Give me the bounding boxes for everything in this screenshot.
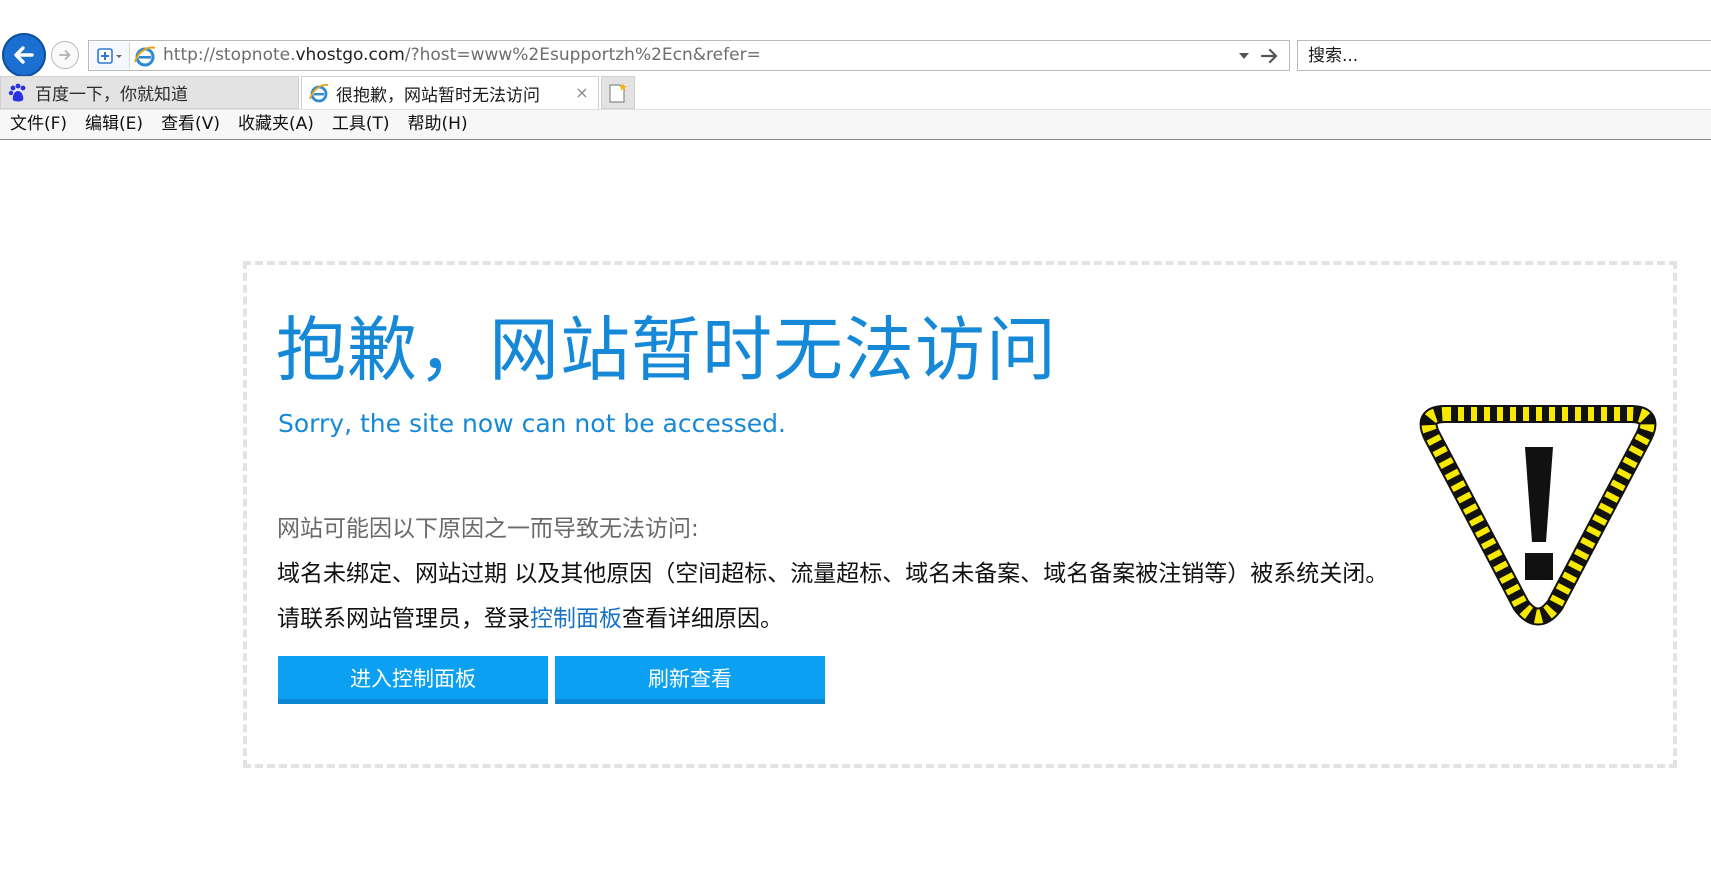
- new-tab-button[interactable]: [601, 76, 635, 109]
- dropdown-triangle-icon: [1239, 52, 1249, 59]
- back-button[interactable]: [2, 33, 46, 77]
- search-box[interactable]: [1297, 40, 1711, 71]
- menu-view[interactable]: 查看(V): [151, 110, 228, 139]
- compatibility-view-button[interactable]: [90, 42, 130, 69]
- url-prefix: http://stopnote.: [163, 45, 296, 65]
- browser-toolbar: http://stopnote.vhostgo.com/?host=www%2E…: [0, 0, 1711, 77]
- control-panel-link[interactable]: 控制面板: [530, 606, 622, 632]
- close-tab-icon[interactable]: ×: [572, 82, 592, 102]
- url-text[interactable]: http://stopnote.vhostgo.com/?host=www%2E…: [163, 41, 761, 70]
- url-suffix: /?host=www%2Esupportzh%2Ecn&refer=: [404, 45, 761, 65]
- go-button[interactable]: [1257, 41, 1283, 70]
- url-host: vhostgo.com: [295, 45, 405, 65]
- menu-help[interactable]: 帮助(H): [398, 110, 476, 139]
- caution-triangle-icon: [1419, 405, 1657, 626]
- menu-favorites[interactable]: 收藏夹(A): [228, 110, 322, 139]
- go-arrow-icon: [1260, 48, 1278, 63]
- menu-bar: 文件(F) 编辑(E) 查看(V) 收藏夹(A) 工具(T) 帮助(H): [0, 109, 1711, 140]
- shield-plus-icon: [96, 47, 122, 64]
- contact-suffix: 查看详细原因。: [622, 606, 783, 632]
- ie-page-icon: [134, 46, 156, 67]
- tab-current[interactable]: 很抱歉，网站暂时无法访问 ×: [301, 76, 599, 109]
- contact-instruction: 请联系网站管理员，登录控制面板查看详细原因。: [277, 601, 783, 637]
- forward-button[interactable]: [51, 41, 79, 69]
- address-dropdown-button[interactable]: [1233, 41, 1255, 70]
- tab-strip: 百度一下，你就知道 很抱歉，网站暂时无法访问 ×: [0, 76, 1711, 109]
- menu-edit[interactable]: 编辑(E): [75, 110, 151, 139]
- reason-intro: 网站可能因以下原因之一而导致无法访问:: [277, 516, 699, 542]
- forward-arrow-icon: [59, 50, 71, 60]
- tab-label: 百度一下，你就知道: [35, 85, 188, 105]
- tab-baidu[interactable]: 百度一下，你就知道: [0, 76, 299, 109]
- menu-file[interactable]: 文件(F): [0, 110, 75, 139]
- ie-icon: [309, 83, 329, 103]
- tab-label: 很抱歉，网站暂时无法访问: [336, 85, 540, 106]
- page-title: 抱歉，网站暂时无法访问: [276, 309, 1057, 391]
- new-tab-icon: [609, 82, 627, 103]
- back-arrow-icon: [14, 46, 34, 64]
- address-bar[interactable]: http://stopnote.vhostgo.com/?host=www%2E…: [88, 40, 1290, 71]
- baidu-paw-icon: [8, 83, 26, 101]
- enter-control-panel-button[interactable]: 进入控制面板: [278, 656, 548, 704]
- search-input[interactable]: [1298, 41, 1711, 70]
- page-subtitle: Sorry, the site now can not be accessed.: [278, 409, 786, 438]
- menu-tools[interactable]: 工具(T): [322, 110, 398, 139]
- contact-prefix: 请联系网站管理员，登录: [277, 606, 530, 632]
- reason-detail: 域名未绑定、网站过期 以及其他原因（空间超标、流量超标、域名未备案、域名备案被注…: [277, 561, 1389, 587]
- refresh-button[interactable]: 刷新查看: [555, 656, 825, 704]
